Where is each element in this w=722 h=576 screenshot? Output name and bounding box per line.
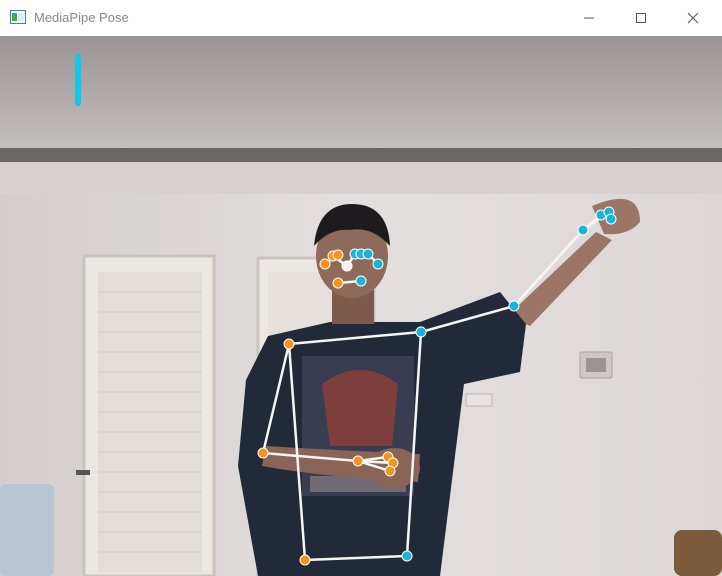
pose-landmark-r-el xyxy=(508,300,520,312)
chair-left xyxy=(0,484,54,576)
pose-landmark-r-eye-out xyxy=(362,248,374,260)
pose-landmark-l-sh xyxy=(283,338,295,350)
ceiling xyxy=(0,36,722,154)
pose-landmark-l-thumb xyxy=(384,465,396,477)
maximize-icon xyxy=(636,13,646,23)
close-icon xyxy=(687,12,699,24)
pose-landmark-r-ear xyxy=(372,258,384,270)
pose-landmark-l-el xyxy=(257,447,269,459)
pose-landmark-l-eye xyxy=(332,249,344,261)
camera-feed xyxy=(0,36,722,576)
pose-landmark-mouth-r xyxy=(355,275,367,287)
pose-landmark-r-thumb xyxy=(605,213,617,225)
pose-landmark-l-hip xyxy=(299,554,311,566)
app-window: MediaPipe Pose xyxy=(0,0,722,576)
pose-landmark-r-sh xyxy=(415,326,427,338)
pose-landmark-r-wr xyxy=(577,224,589,236)
minimize-button[interactable] xyxy=(566,0,612,36)
window-title: MediaPipe Pose xyxy=(34,10,129,25)
pose-landmark-l-eye-out xyxy=(319,258,331,270)
pose-landmark-r-hip xyxy=(401,550,413,562)
wall-socket xyxy=(465,393,493,407)
maximize-button[interactable] xyxy=(618,0,664,36)
close-button[interactable] xyxy=(670,0,716,36)
pose-canvas xyxy=(0,36,722,576)
door-left xyxy=(76,254,216,576)
app-window-icon xyxy=(10,10,26,24)
cornice xyxy=(0,162,722,194)
pose-landmark-l-wr xyxy=(352,455,364,467)
ceiling-edge xyxy=(0,148,722,162)
indicator-bar xyxy=(75,54,81,106)
pose-landmark-nose xyxy=(341,260,353,272)
minimize-icon xyxy=(584,17,594,19)
title-bar[interactable]: MediaPipe Pose xyxy=(0,0,722,37)
bag-right xyxy=(674,530,722,576)
pose-landmark-mouth-l xyxy=(332,277,344,289)
